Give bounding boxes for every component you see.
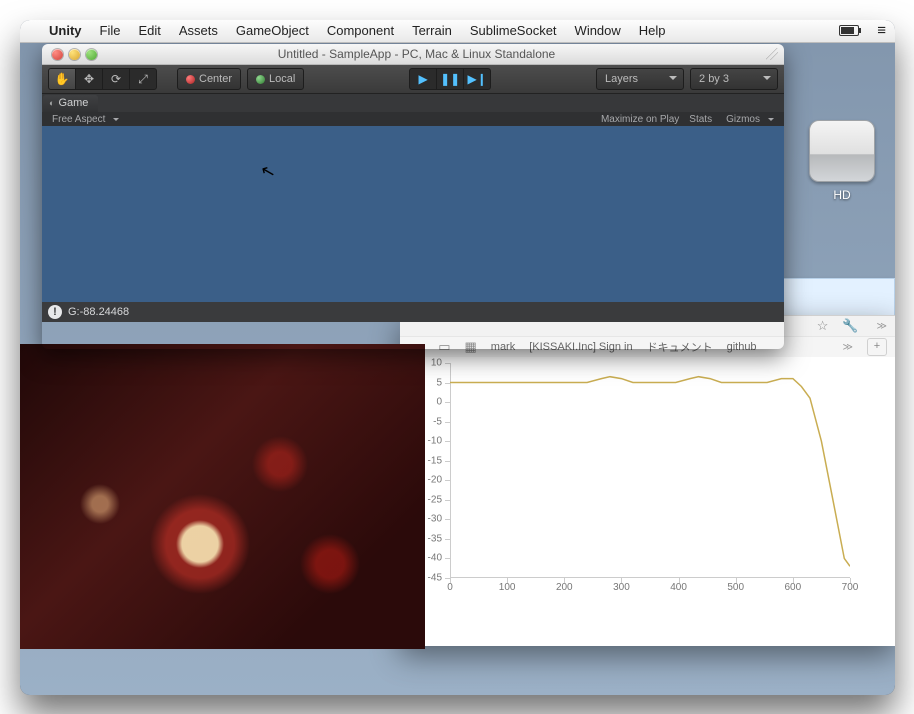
playback-group: ▶ ❚❚ ▶❙	[409, 68, 491, 90]
aspect-dropdown[interactable]: Free Aspect	[48, 114, 123, 125]
menu-window[interactable]: Window	[566, 20, 630, 42]
window-titlebar[interactable]: Untitled - SampleApp - PC, Mac & Linux S…	[42, 44, 784, 65]
local-icon	[256, 75, 265, 84]
y-tick-label: -35	[428, 533, 450, 544]
pacman-icon: ◐	[49, 95, 54, 112]
settings-wrench-icon[interactable]: 🔧	[842, 318, 858, 334]
unity-window[interactable]: Untitled - SampleApp - PC, Mac & Linux S…	[42, 44, 784, 349]
menu-help[interactable]: Help	[630, 20, 675, 42]
scale-tool-button[interactable]: ⤢	[130, 69, 156, 89]
status-bar: ! G:-88.24468	[42, 302, 784, 322]
y-tick-label: 5	[436, 377, 450, 388]
status-message[interactable]: G:-88.24468	[68, 306, 129, 318]
move-tool-button[interactable]: ✥	[76, 69, 103, 89]
battery-status-icon[interactable]	[830, 20, 868, 42]
game-view	[42, 126, 784, 302]
y-tick-label: -40	[428, 553, 450, 564]
maximize-on-play-toggle[interactable]: Maximize on Play	[601, 114, 679, 125]
tab-game[interactable]: ◐ Game	[43, 95, 98, 112]
menu-sublimesocket[interactable]: SublimeSocket	[461, 20, 566, 42]
hard-drive-icon	[809, 120, 875, 182]
desktop-wallpaper	[20, 344, 425, 649]
x-tick-label: 0	[447, 578, 453, 593]
y-tick-label: -30	[428, 514, 450, 525]
close-icon[interactable]	[52, 49, 63, 60]
x-tick-label: 600	[785, 578, 802, 593]
desktop-volume[interactable]: HD	[809, 120, 875, 202]
game-view-controls: Free Aspect Maximize on Play Stats Gizmo…	[42, 112, 784, 126]
layers-dropdown[interactable]: Layers	[596, 68, 684, 90]
chart-line	[450, 363, 850, 578]
menu-gameobject[interactable]: GameObject	[227, 20, 318, 42]
system-menu-bar: Unity File Edit Assets GameObject Compon…	[20, 20, 895, 43]
x-tick-label: 700	[842, 578, 859, 593]
y-tick-label: -15	[428, 455, 450, 466]
menu-file[interactable]: File	[91, 20, 130, 42]
menu-edit[interactable]: Edit	[129, 20, 169, 42]
volume-label: HD	[809, 188, 875, 202]
resize-icon[interactable]	[766, 48, 778, 60]
window-title: Untitled - SampleApp - PC, Mac & Linux S…	[107, 47, 726, 61]
coord-mode-button[interactable]: Local	[247, 68, 304, 90]
pause-button[interactable]: ❚❚	[437, 69, 464, 89]
zoom-icon[interactable]	[86, 49, 97, 60]
chevron-right-icon[interactable]: ≫	[843, 342, 853, 353]
unity-toolbar: ✋ ✥ ⟳ ⤢ Center Local ▶ ❚❚ ▶❙ Layers	[42, 65, 784, 94]
gizmos-dropdown[interactable]: Gizmos	[722, 114, 778, 125]
stats-toggle[interactable]: Stats	[689, 114, 712, 125]
menu-component[interactable]: Component	[318, 20, 403, 42]
rotate-tool-button[interactable]: ⟳	[103, 69, 130, 89]
y-tick-label: -5	[433, 416, 450, 427]
x-tick-label: 500	[727, 578, 744, 593]
y-tick-label: 0	[436, 397, 450, 408]
y-tick-label: -20	[428, 475, 450, 486]
center-icon	[186, 75, 195, 84]
browser-window[interactable]: ☆ 🔧 ≫ 👓 ▭ ▦ mark [KISSAKI.Inc] Sign in ド…	[400, 315, 895, 646]
screen: HD ☆ 🔧 ≫ 👓 ▭ ▦ mark [KISSAKI.Inc] Sign i…	[20, 20, 895, 695]
step-button[interactable]: ▶❙	[464, 69, 490, 89]
transform-tool-group: ✋ ✥ ⟳ ⤢	[48, 68, 157, 90]
minimize-icon[interactable]	[69, 49, 80, 60]
y-tick-label: 10	[431, 358, 450, 369]
y-tick-label: -10	[428, 436, 450, 447]
x-tick-label: 100	[499, 578, 516, 593]
menu-terrain[interactable]: Terrain	[403, 20, 461, 42]
chart: 1050-5-10-15-20-25-30-35-40-450100200300…	[400, 357, 895, 617]
play-button[interactable]: ▶	[410, 69, 437, 89]
notifications-icon[interactable]: ≡	[868, 20, 895, 42]
pivot-mode-button[interactable]: Center	[177, 68, 241, 90]
bookmark-star-icon[interactable]: ☆	[817, 318, 829, 334]
y-tick-label: -25	[428, 494, 450, 505]
layout-dropdown[interactable]: 2 by 3	[690, 68, 778, 90]
x-tick-label: 400	[670, 578, 687, 593]
x-tick-label: 200	[556, 578, 573, 593]
chevron-right-icon[interactable]: ≫	[877, 321, 887, 332]
new-tab-button[interactable]: +	[867, 338, 887, 356]
panel-tab-bar: ◐ Game	[42, 94, 784, 112]
x-tick-label: 300	[613, 578, 630, 593]
hand-tool-button[interactable]: ✋	[49, 69, 76, 89]
menu-assets[interactable]: Assets	[170, 20, 227, 42]
info-icon: !	[48, 305, 62, 319]
menu-app[interactable]: Unity	[40, 20, 91, 42]
